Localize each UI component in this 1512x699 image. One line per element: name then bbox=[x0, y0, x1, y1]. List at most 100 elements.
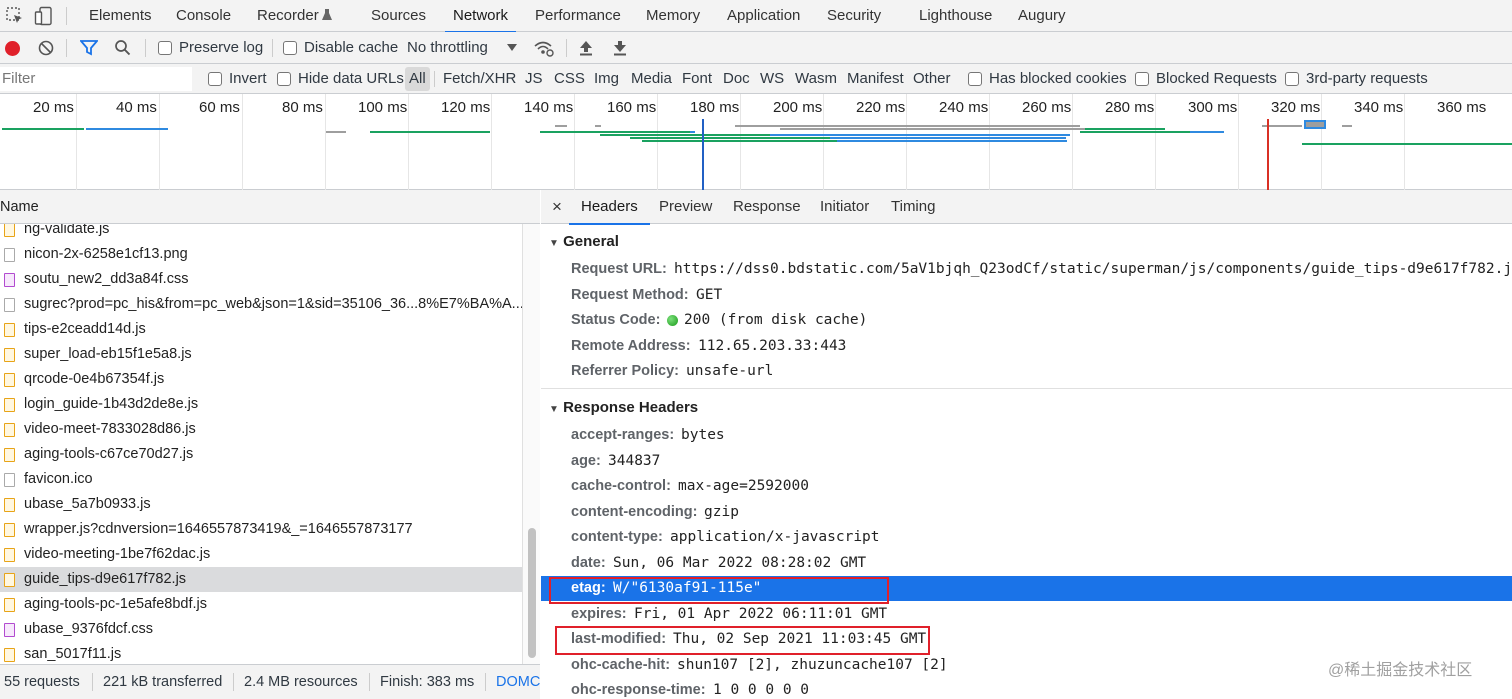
request-row[interactable]: favicon.ico bbox=[0, 467, 522, 492]
etag-highlight-box bbox=[549, 577, 889, 604]
tick-label: 220 ms bbox=[856, 99, 906, 116]
tab-timing[interactable]: Timing bbox=[891, 190, 935, 224]
tab-augury[interactable]: Augury bbox=[1018, 0, 1066, 32]
type-filter-all[interactable]: All bbox=[405, 67, 430, 91]
type-filter-doc[interactable]: Doc bbox=[723, 70, 750, 87]
timeline-overview[interactable]: 20 ms 40 ms 60 ms 80 ms 100 ms 120 ms 14… bbox=[0, 94, 1512, 190]
tab-lighthouse[interactable]: Lighthouse bbox=[919, 0, 992, 32]
header-row[interactable]: ohc-response-time: 1 0 0 0 0 0 bbox=[541, 678, 1512, 699]
tab-initiator[interactable]: Initiator bbox=[820, 190, 869, 224]
clear-icon[interactable] bbox=[38, 40, 54, 56]
request-row[interactable]: aging-tools-pc-1e5afe8bdf.js bbox=[0, 592, 522, 617]
tab-response[interactable]: Response bbox=[733, 190, 801, 224]
request-row[interactable]: video-meet-7833028d86.js bbox=[0, 417, 522, 442]
request-row[interactable]: tips-e2ceadd14d.js bbox=[0, 317, 522, 342]
waterfall-bar bbox=[595, 125, 601, 127]
request-row[interactable]: ubase_5a7b0933.js bbox=[0, 492, 522, 517]
close-details-button[interactable]: × bbox=[552, 190, 562, 224]
finish-time: Finish: 383 ms bbox=[380, 674, 475, 690]
scrollbar-thumb[interactable] bbox=[528, 528, 536, 658]
tab-memory[interactable]: Memory bbox=[646, 0, 700, 32]
record-button[interactable] bbox=[5, 41, 20, 56]
request-row[interactable]: login_guide-1b43d2de8e.js bbox=[0, 392, 522, 417]
request-row[interactable]: ng-validate.js bbox=[0, 224, 522, 242]
request-row[interactable]: guide_tips-d9e617f782.js bbox=[0, 567, 522, 592]
blocked-requests-checkbox[interactable] bbox=[1135, 72, 1149, 86]
js-file-icon bbox=[4, 398, 15, 412]
request-list-scrollbar[interactable] bbox=[522, 224, 540, 664]
header-row[interactable]: content-encoding: gzip bbox=[541, 500, 1512, 525]
request-name: soutu_new2_dd3a84f.css bbox=[24, 271, 189, 287]
third-party-checkbox[interactable] bbox=[1285, 72, 1299, 86]
import-har-icon[interactable] bbox=[579, 40, 593, 56]
request-row[interactable]: ubase_9376fdcf.css bbox=[0, 617, 522, 642]
inspect-element-icon[interactable] bbox=[6, 7, 24, 25]
type-filter-js[interactable]: JS bbox=[525, 70, 543, 87]
waterfall-bar bbox=[642, 140, 837, 142]
export-har-icon[interactable] bbox=[613, 40, 627, 56]
request-name: ng-validate.js bbox=[24, 224, 110, 237]
header-row[interactable]: Status Code: 200 (from disk cache) bbox=[541, 308, 1512, 333]
tab-preview[interactable]: Preview bbox=[659, 190, 712, 224]
request-row[interactable]: sugrec?prod=pc_his&from=pc_web&json=1&si… bbox=[0, 292, 522, 317]
tab-recorder[interactable]: Recorder bbox=[257, 0, 319, 32]
request-name: sugrec?prod=pc_his&from=pc_web&json=1&si… bbox=[24, 296, 522, 312]
header-row[interactable]: Request Method: GET bbox=[541, 283, 1512, 308]
tab-elements[interactable]: Elements bbox=[89, 0, 152, 32]
filter-input[interactable]: Filter bbox=[0, 67, 192, 91]
header-row[interactable]: content-type: application/x-javascript bbox=[541, 525, 1512, 550]
request-row[interactable]: aging-tools-c67ce70d27.js bbox=[0, 442, 522, 467]
tab-performance[interactable]: Performance bbox=[535, 0, 621, 32]
tab-network[interactable]: Network bbox=[444, 0, 517, 33]
js-file-icon bbox=[4, 648, 15, 662]
request-row[interactable]: qrcode-0e4b67354f.js bbox=[0, 367, 522, 392]
type-filter-ws[interactable]: WS bbox=[760, 70, 784, 87]
general-section-toggle[interactable]: ▼ General bbox=[549, 233, 619, 250]
load-marker bbox=[1267, 119, 1269, 190]
device-toolbar-icon[interactable] bbox=[34, 6, 54, 26]
type-filter-fetch-xhr[interactable]: Fetch/XHR bbox=[443, 70, 516, 87]
request-row[interactable]: wrapper.js?cdnversion=1646557873419&_=16… bbox=[0, 517, 522, 542]
header-row[interactable]: expires: Fri, 01 Apr 2022 06:11:01 GMT bbox=[541, 602, 1512, 627]
network-status-bar: 55 requests 221 kB transferred 2.4 MB re… bbox=[0, 664, 540, 699]
header-row[interactable]: Request URL: https://dss0.bdstatic.com/5a… bbox=[541, 257, 1512, 282]
tab-security[interactable]: Security bbox=[827, 0, 881, 32]
header-row[interactable]: age: 344837 bbox=[541, 449, 1512, 474]
header-row[interactable]: Remote Address: 112.65.203.33:443 bbox=[541, 334, 1512, 359]
disable-cache-checkbox[interactable] bbox=[283, 41, 297, 55]
type-filter-media[interactable]: Media bbox=[631, 70, 672, 87]
header-row[interactable]: Referrer Policy: unsafe-url bbox=[541, 359, 1512, 384]
transferred-size: 221 kB transferred bbox=[103, 674, 223, 690]
request-row[interactable]: video-meeting-1be7f62dac.js bbox=[0, 542, 522, 567]
request-row[interactable]: super_load-eb15f1e5a8.js bbox=[0, 342, 522, 367]
type-filter-img[interactable]: Img bbox=[594, 70, 619, 87]
header-row[interactable]: date: Sun, 06 Mar 2022 08:28:02 GMT bbox=[541, 551, 1512, 576]
type-filter-other[interactable]: Other bbox=[913, 70, 951, 87]
invert-checkbox[interactable] bbox=[208, 72, 222, 86]
tab-sources[interactable]: Sources bbox=[371, 0, 426, 32]
type-filter-wasm[interactable]: Wasm bbox=[795, 70, 837, 87]
preserve-log-checkbox[interactable] bbox=[158, 41, 172, 55]
response-headers-toggle[interactable]: ▼ Response Headers bbox=[549, 399, 698, 416]
js-file-icon bbox=[4, 323, 15, 337]
tab-console[interactable]: Console bbox=[176, 0, 231, 32]
type-filter-font[interactable]: Font bbox=[682, 70, 712, 87]
request-row[interactable]: soutu_new2_dd3a84f.css bbox=[0, 267, 522, 292]
blocked-cookies-checkbox[interactable] bbox=[968, 72, 982, 86]
header-row[interactable]: cache-control: max-age=2592000 bbox=[541, 474, 1512, 499]
header-value: bytes bbox=[681, 427, 725, 443]
type-filter-manifest[interactable]: Manifest bbox=[847, 70, 904, 87]
throttling-select[interactable]: No throttling bbox=[407, 39, 488, 56]
network-conditions-icon[interactable] bbox=[533, 39, 555, 57]
tab-application[interactable]: Application bbox=[727, 0, 800, 32]
hide-data-urls-checkbox[interactable] bbox=[277, 72, 291, 86]
search-icon[interactable] bbox=[114, 39, 131, 56]
tab-headers[interactable]: Headers bbox=[569, 190, 650, 225]
request-row[interactable]: san_5017f11.js bbox=[0, 642, 522, 664]
type-filter-css[interactable]: CSS bbox=[554, 70, 585, 87]
request-row[interactable]: nicon-2x-6258e1cf13.png bbox=[0, 242, 522, 267]
filter-icon[interactable] bbox=[80, 40, 98, 56]
header-row[interactable]: accept-ranges: bytes bbox=[541, 423, 1512, 448]
name-column-header[interactable]: Name bbox=[0, 190, 540, 224]
js-file-icon bbox=[4, 523, 15, 537]
